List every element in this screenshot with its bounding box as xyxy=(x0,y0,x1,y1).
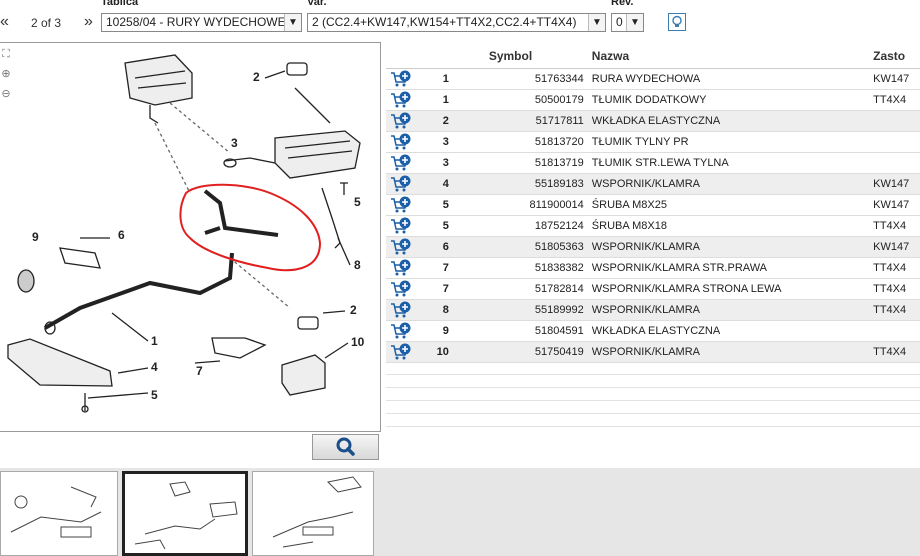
rev-label: Rev. xyxy=(611,0,634,8)
table-row[interactable]: 2 51717811 WKŁADKA ELASTYCZNA xyxy=(386,110,920,132)
table-header-row: Symbol Nazwa Zasto xyxy=(386,44,920,69)
zoom-in-icon[interactable]: ⊕ xyxy=(0,68,12,80)
table-row[interactable]: 1 51763344 RURA WYDECHOWA KW147 xyxy=(386,68,920,90)
header-zastosowanie[interactable]: Zasto xyxy=(873,44,920,69)
rev-select-value: 0 xyxy=(616,15,623,29)
add-to-cart-icon[interactable] xyxy=(390,301,412,319)
callout-9: 9 xyxy=(32,230,39,244)
search-icon xyxy=(336,437,355,456)
parts-table: Symbol Nazwa Zasto 1 51763344 RURA WYDEC… xyxy=(386,44,920,363)
empty-row-divider xyxy=(386,387,920,388)
empty-row-divider xyxy=(386,400,920,401)
add-to-cart-icon[interactable] xyxy=(390,322,412,340)
table-row[interactable]: 3 51813720 TŁUMIK TYLNY PR xyxy=(386,131,920,153)
table-row[interactable]: 9 51804591 WKŁADKA ELASTYCZNA xyxy=(386,320,920,342)
chevron-down-icon: ▼ xyxy=(284,14,301,31)
header-nazwa[interactable]: Nazwa xyxy=(591,44,874,69)
add-to-cart-icon[interactable] xyxy=(390,259,412,277)
empty-row-divider xyxy=(386,374,920,375)
add-to-cart-icon[interactable] xyxy=(390,238,412,256)
thumbnail-1[interactable] xyxy=(0,471,118,556)
exploded-diagram[interactable]: 2 3 5 8 9 6 1 2 4 5 7 10 xyxy=(0,42,381,432)
table-row[interactable]: 5 811900014 ŚRUBA M8X25 KW147 xyxy=(386,194,920,216)
exhaust-parts-drawing: 2 3 5 8 9 6 1 2 4 5 7 10 xyxy=(7,54,365,413)
add-to-cart-icon[interactable] xyxy=(390,175,412,193)
table-row[interactable]: 6 51805363 WSPORNIK/KLAMRA KW147 xyxy=(386,236,920,258)
lightbulb-icon[interactable] xyxy=(668,13,686,31)
rev-select[interactable]: 0 ▼ xyxy=(611,13,644,32)
tablica-select[interactable]: 10258/04 - RURY WYDECHOWE ▼ xyxy=(101,13,302,32)
page-indicator: 2 of 3 xyxy=(31,16,62,30)
empty-row-divider xyxy=(386,413,920,414)
prev-page-button[interactable]: « xyxy=(0,13,9,31)
thumbnail-3[interactable] xyxy=(252,471,374,556)
callout-5-top: 5 xyxy=(354,195,361,209)
var-label: Var. xyxy=(307,0,327,8)
fit-icon[interactable]: ⛶ xyxy=(0,48,12,60)
callout-10: 10 xyxy=(351,335,365,349)
table-row[interactable]: 1 50500179 TŁUMIK DODATKOWY TT4X4 xyxy=(386,89,920,111)
callout-6: 6 xyxy=(118,228,125,242)
callout-2-top: 2 xyxy=(253,70,260,84)
callout-1: 1 xyxy=(151,334,158,348)
table-row[interactable]: 7 51838382 WSPORNIK/KLAMRA STR.PRAWA TT4… xyxy=(386,257,920,279)
table-row[interactable]: 3 51813719 TŁUMIK STR.LEWA TYLNA xyxy=(386,152,920,174)
add-to-cart-icon[interactable] xyxy=(390,91,412,109)
table-row[interactable]: 5 18752124 ŚRUBA M8X18 TT4X4 xyxy=(386,215,920,237)
table-row[interactable]: 7 51782814 WSPORNIK/KLAMRA STRONA LEWA T… xyxy=(386,278,920,300)
add-to-cart-icon[interactable] xyxy=(390,217,412,235)
thumbnail-1-image xyxy=(10,486,102,538)
tablica-select-value: 10258/04 - RURY WYDECHOWE xyxy=(106,15,286,29)
thumbnail-2[interactable] xyxy=(122,471,248,556)
add-to-cart-icon[interactable] xyxy=(390,154,412,172)
callout-8: 8 xyxy=(354,258,361,272)
search-button[interactable] xyxy=(312,434,379,460)
tablica-label: Tablica xyxy=(101,0,139,8)
table-row[interactable]: 10 51750419 WSPORNIK/KLAMRA TT4X4 xyxy=(386,341,920,363)
add-to-cart-icon[interactable] xyxy=(390,112,412,130)
add-to-cart-icon[interactable] xyxy=(390,133,412,151)
callout-3: 3 xyxy=(231,136,238,150)
var-select-value: 2 (CC2.4+KW147,KW154+TT4X2,CC2.4+TT4X4) xyxy=(312,15,577,29)
table-row[interactable]: 4 55189183 WSPORNIK/KLAMRA KW147 xyxy=(386,173,920,195)
callout-7: 7 xyxy=(196,364,203,378)
thumbnail-3-image xyxy=(272,476,362,548)
add-to-cart-icon[interactable] xyxy=(390,196,412,214)
zoom-out-icon[interactable]: ⊖ xyxy=(0,88,12,100)
chevron-down-icon: ▼ xyxy=(626,14,643,31)
callout-5-bottom: 5 xyxy=(151,388,158,402)
thumbnail-2-image xyxy=(134,481,238,550)
chevron-down-icon: ▼ xyxy=(588,14,605,31)
next-page-button[interactable]: » xyxy=(84,13,93,31)
callout-2-bottom: 2 xyxy=(350,303,357,317)
header-symbol[interactable]: Symbol xyxy=(462,44,592,69)
var-select[interactable]: 2 (CC2.4+KW147,KW154+TT4X2,CC2.4+TT4X4) … xyxy=(307,13,606,32)
empty-row-divider xyxy=(386,426,920,427)
callout-4: 4 xyxy=(151,360,158,374)
add-to-cart-icon[interactable] xyxy=(390,70,412,88)
table-row[interactable]: 8 55189992 WSPORNIK/KLAMRA TT4X4 xyxy=(386,299,920,321)
add-to-cart-icon[interactable] xyxy=(390,280,412,298)
zoom-toolbar: ⛶ ⊕ ⊖ xyxy=(0,48,14,108)
add-to-cart-icon[interactable] xyxy=(390,343,412,361)
